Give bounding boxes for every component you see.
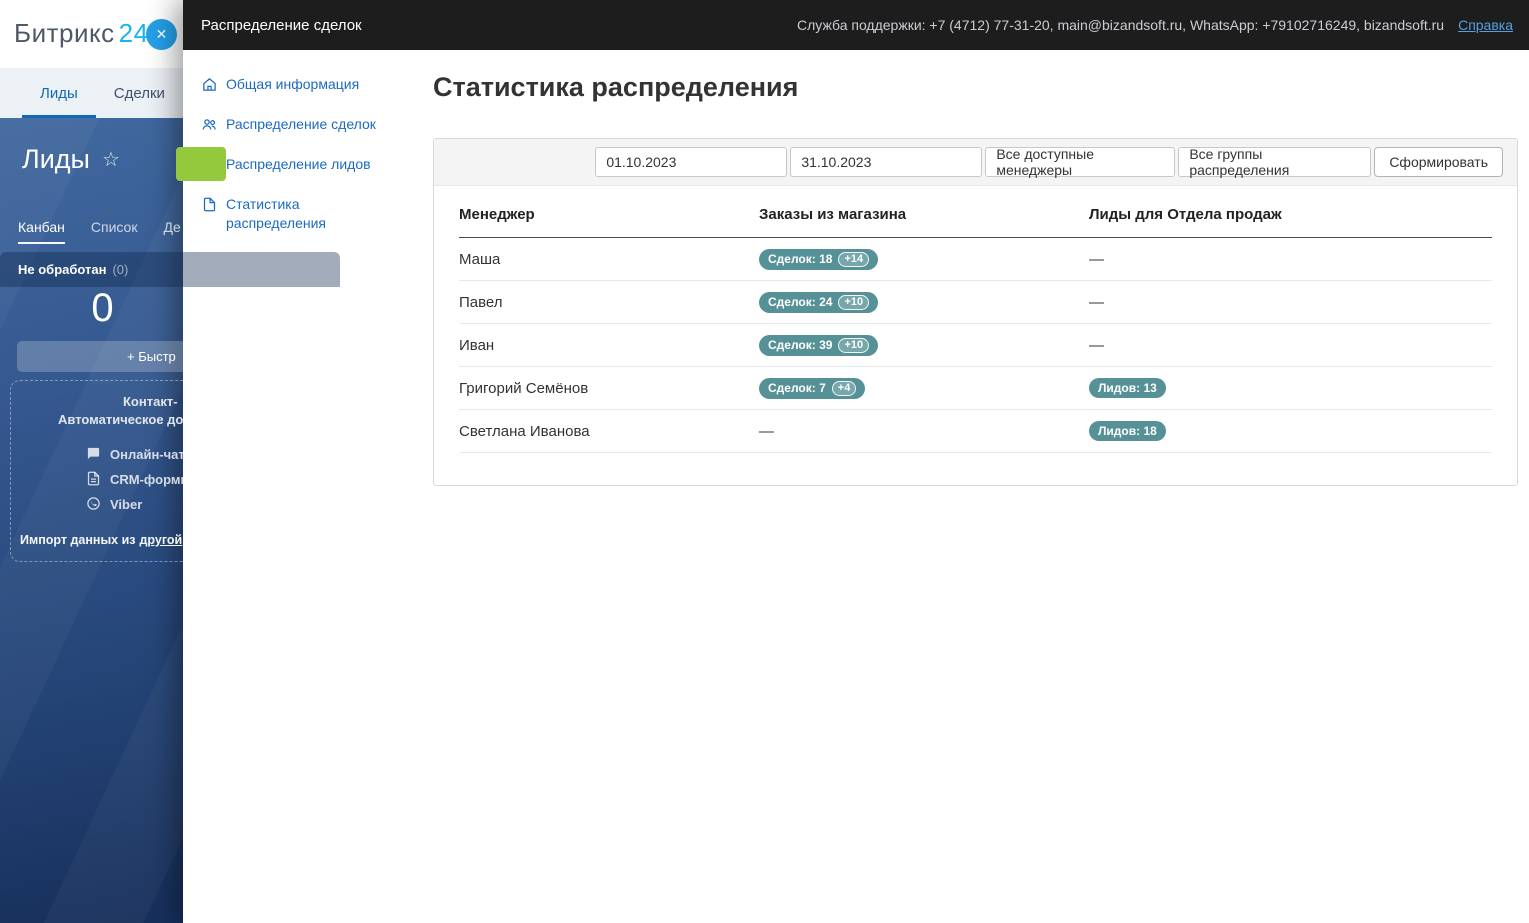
kanban-total-value: 0	[91, 286, 114, 330]
deals-count: Сделок: 24	[768, 295, 833, 309]
overlay-title: Распределение сделок	[201, 16, 362, 34]
deals-badge: Сделок: 24 +10	[759, 291, 879, 313]
view-tab-list[interactable]: Список	[91, 219, 138, 244]
deals-delta-badge: +10	[838, 337, 870, 353]
document-icon	[202, 195, 217, 217]
sidebar-item-deal-distribution[interactable]: Распределение сделок	[183, 106, 409, 146]
view-tab-activities[interactable]: Де	[163, 219, 180, 244]
channel-viber[interactable]: Viber	[86, 492, 339, 517]
filter-bar: Все доступные менеджеры Все группы распр…	[434, 139, 1517, 186]
distribution-app-overlay: Распределение сделок Служба поддержки: +…	[183, 0, 1529, 923]
tab-leads[interactable]: Лиды	[22, 68, 96, 118]
table-row: Павел Сделок: 24 +10 —	[459, 281, 1492, 324]
bitrix-logo: Битрикс 24	[14, 18, 149, 49]
view-tabs: Канбан Список Де	[18, 219, 181, 244]
empty-value: —	[1089, 293, 1104, 311]
empty-value: —	[759, 422, 774, 440]
import-source-link[interactable]: другой	[139, 533, 182, 547]
logo-number: 24	[118, 18, 149, 48]
channel-crm-forms[interactable]: CRM-формы	[86, 467, 339, 492]
sidebar-item-general-info[interactable]: Общая информация	[183, 66, 409, 106]
date-to-input[interactable]	[790, 147, 983, 177]
manager-name: Маша	[459, 250, 501, 268]
deals-badge: Сделок: 39 +10	[759, 334, 879, 356]
empty-value: —	[1089, 336, 1104, 354]
deals-delta-badge: +14	[838, 251, 870, 267]
close-icon[interactable]: ✕	[146, 19, 177, 50]
overlay-header-right: Служба поддержки: +7 (4712) 77-31-20, ma…	[797, 17, 1513, 33]
channel-online-chat[interactable]: Онлайн-чат	[86, 442, 339, 467]
manager-name: Светлана Иванова	[459, 422, 590, 440]
date-from-input[interactable]	[595, 147, 788, 177]
overlay-main: Статистика распределения Все доступные м…	[409, 50, 1529, 923]
home-icon	[202, 75, 217, 97]
deals-badge: Сделок: 18 +14	[759, 248, 879, 270]
table-row: Светлана Иванова — Лидов: 18	[459, 410, 1492, 453]
generate-button[interactable]: Сформировать	[1374, 147, 1503, 177]
table-row: Григорий Семёнов Сделок: 7 +4 Лидов: 13	[459, 367, 1492, 410]
support-contacts: Служба поддержки: +7 (4712) 77-31-20, ma…	[797, 17, 1445, 33]
kanban-column-title: Не обработан	[18, 262, 107, 277]
view-tab-kanban[interactable]: Канбан	[18, 219, 65, 244]
kanban-column-count: (0)	[112, 262, 129, 277]
favorite-star-icon[interactable]: ☆	[102, 149, 120, 171]
overlay-body: Общая информация Распределение сделок Ра…	[183, 50, 1529, 923]
add-lead-button[interactable]	[176, 147, 226, 181]
deals-delta-badge: +4	[831, 380, 857, 396]
deals-delta-badge: +10	[838, 294, 870, 310]
contact-box-line2: Автоматическое до	[58, 412, 184, 427]
managers-select[interactable]: Все доступные менеджеры	[985, 146, 1176, 178]
users-icon	[202, 115, 217, 137]
chat-icon	[86, 446, 101, 464]
column-header-manager: Менеджер	[459, 206, 535, 223]
table-header-row: Менеджер Заказы из магазина Лиды для Отд…	[459, 186, 1492, 238]
import-data-line: Импорт данных из другой	[20, 533, 183, 547]
column-header-sales-leads: Лиды для Отдела продаж	[1089, 206, 1282, 223]
form-icon	[86, 471, 101, 489]
table-row: Иван Сделок: 39 +10 —	[459, 324, 1492, 367]
column-header-shop-orders: Заказы из магазина	[759, 206, 907, 223]
deals-count: Сделок: 18	[768, 252, 833, 266]
stats-page-title: Статистика распределения	[433, 72, 799, 102]
manager-name: Павел	[459, 293, 503, 311]
contact-box-line1: Контакт-	[123, 394, 178, 409]
table-row: Маша Сделок: 18 +14 —	[459, 238, 1492, 281]
empty-value: —	[1089, 250, 1104, 268]
screen: Битрикс 24 ✕ Лиды Сделки Лиды ☆ Канбан Спи…	[0, 0, 1529, 923]
help-link[interactable]: Справка	[1458, 17, 1513, 33]
page-title: Лиды ☆	[22, 144, 120, 174]
deals-count: Сделок: 39	[768, 338, 833, 352]
leads-badge: Лидов: 18	[1089, 421, 1166, 441]
sidebar-item-distribution-stats[interactable]: Статистика распределения	[183, 186, 409, 242]
kanban-column-header[interactable]: Не обработан (0)	[0, 252, 340, 287]
manager-name: Григорий Семёнов	[459, 379, 589, 397]
deals-count: Сделок: 7	[768, 381, 826, 395]
quick-add-button[interactable]: + Быстр	[17, 341, 337, 372]
leads-badge: Лидов: 13	[1089, 378, 1166, 398]
manager-name: Иван	[459, 336, 495, 354]
stats-card: Все доступные менеджеры Все группы распр…	[433, 138, 1518, 486]
viber-icon	[86, 496, 101, 514]
leads-count: Лидов: 18	[1098, 424, 1157, 438]
stats-table: Менеджер Заказы из магазина Лиды для Отд…	[434, 186, 1517, 485]
leads-count: Лидов: 13	[1098, 381, 1157, 395]
groups-select[interactable]: Все группы распределения	[1178, 146, 1372, 178]
contact-channel-list: Онлайн-чат CRM-формы Viber	[11, 442, 339, 517]
logo-brand: Битрикс	[14, 18, 115, 48]
deals-badge: Сделок: 7 +4	[759, 377, 866, 399]
tab-deals[interactable]: Сделки	[96, 68, 183, 118]
overlay-header: Распределение сделок Служба поддержки: +…	[183, 0, 1529, 50]
